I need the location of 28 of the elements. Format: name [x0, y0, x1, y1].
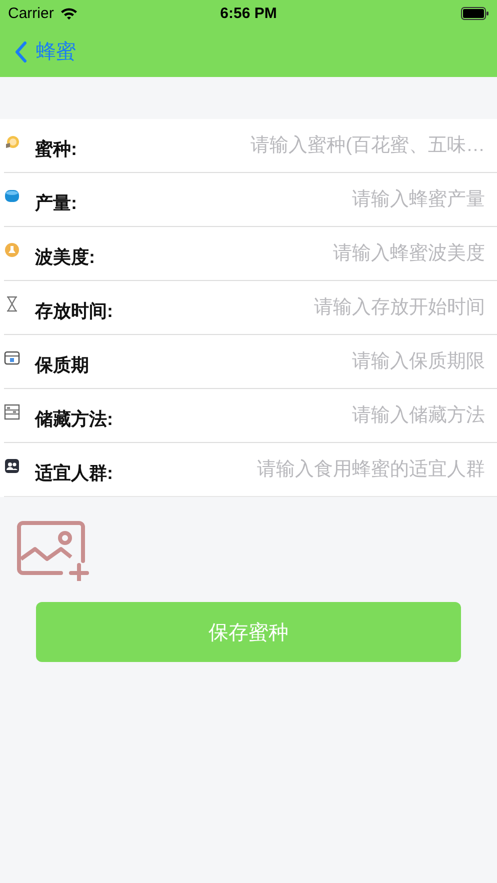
- save-button[interactable]: 保存蜜种: [36, 602, 461, 662]
- back-button[interactable]: 蜂蜜: [14, 38, 76, 65]
- input-field[interactable]: 请输入存放开始时间: [113, 296, 485, 318]
- battery-icon: [461, 6, 489, 20]
- input-field[interactable]: 请输入食用蜂蜜的适宜人群: [113, 458, 485, 480]
- input-field[interactable]: 请输入蜂蜜波美度: [95, 242, 485, 264]
- add-image-icon[interactable]: [17, 521, 91, 581]
- shelf-icon: [4, 404, 20, 420]
- wifi-icon: [60, 6, 78, 20]
- field-label: 蜜种:: [35, 138, 77, 160]
- field-label: 保质期: [35, 354, 89, 376]
- cylinder-icon: [4, 188, 20, 204]
- field-label: 适宜人群:: [35, 462, 113, 484]
- carrier-label: Carrier: [8, 4, 54, 22]
- calendar-icon: [4, 350, 20, 366]
- hourglass-icon: [4, 296, 20, 312]
- people-icon: [4, 458, 20, 474]
- field-label: 产量:: [35, 192, 77, 214]
- input-field[interactable]: 请输入蜜种(百花蜜、五味…: [77, 134, 485, 156]
- input-field[interactable]: 请输入蜂蜜产量: [77, 188, 485, 210]
- field-label: 存放时间:: [35, 300, 113, 322]
- input-field[interactable]: 请输入储藏方法: [113, 404, 485, 426]
- field-label: 波美度:: [35, 246, 95, 268]
- flask-icon: [4, 242, 20, 258]
- field-label: 储藏方法:: [35, 408, 113, 430]
- input-field[interactable]: 请输入保质期限: [89, 350, 485, 372]
- clock-time: 6:56 PM: [220, 4, 277, 22]
- chevron-left-icon: [14, 40, 28, 62]
